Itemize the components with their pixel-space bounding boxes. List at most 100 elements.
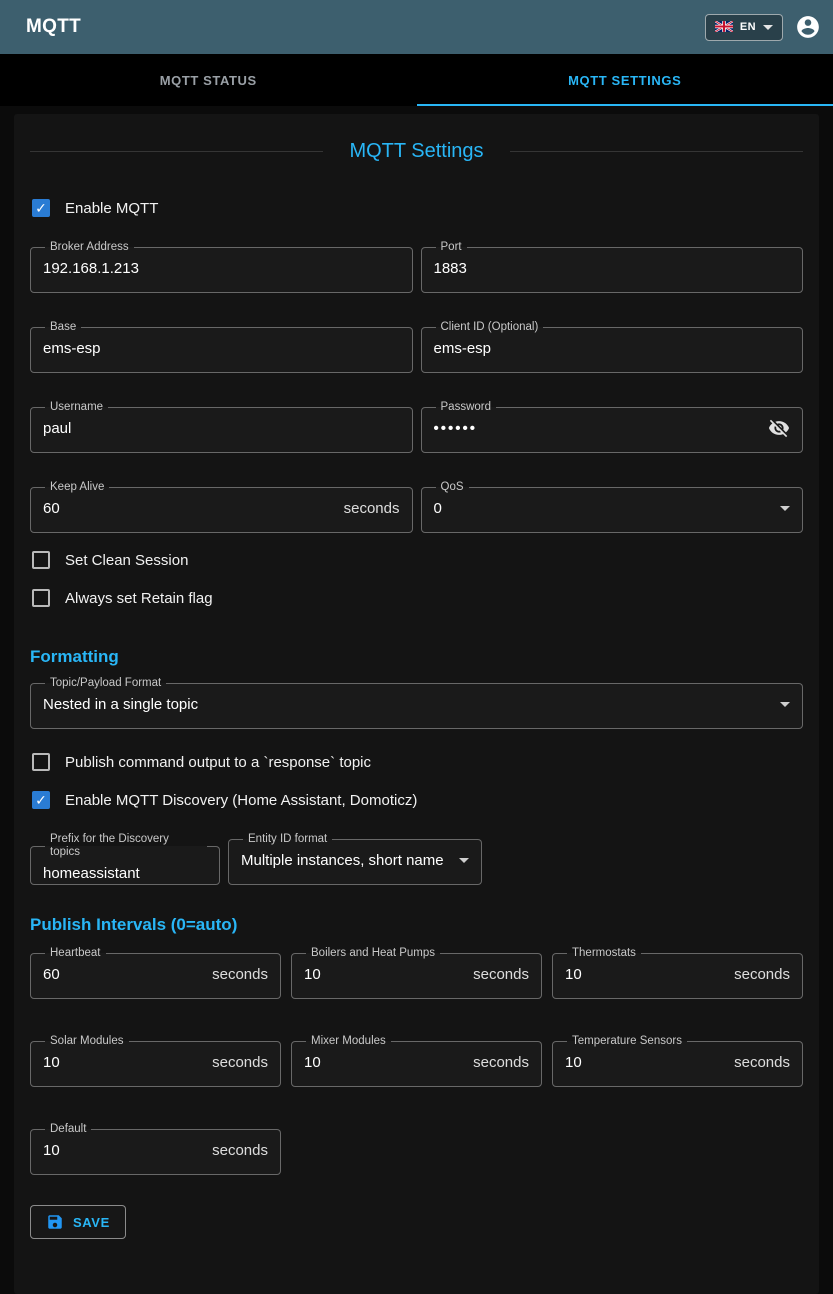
publish-intervals-heading: Publish Intervals (0=auto): [30, 915, 803, 935]
heartbeat-field[interactable]: Heartbeat seconds: [30, 947, 281, 999]
username-input[interactable]: [43, 420, 400, 437]
keep-alive-suffix: seconds: [344, 500, 400, 517]
broker-address-label: Broker Address: [45, 241, 134, 254]
boilers-input[interactable]: [304, 966, 465, 983]
topic-payload-format-value: Nested in a single topic: [43, 696, 772, 713]
boilers-suffix: seconds: [473, 966, 529, 983]
divider-line: [510, 151, 803, 152]
page-title-divider: MQTT Settings: [30, 140, 803, 163]
clean-session-row[interactable]: Set Clean Session: [30, 541, 803, 579]
password-input[interactable]: [434, 420, 761, 437]
publish-response-label: Publish command output to a `response` t…: [65, 754, 371, 771]
uk-flag-icon: [715, 20, 733, 35]
mixer-modules-label: Mixer Modules: [306, 1035, 391, 1048]
mqtt-discovery-checkbox[interactable]: [32, 791, 50, 809]
solar-modules-label: Solar Modules: [45, 1035, 129, 1048]
keep-alive-field[interactable]: Keep Alive seconds: [30, 481, 413, 533]
port-field[interactable]: Port: [421, 241, 804, 293]
retain-flag-label: Always set Retain flag: [65, 590, 213, 607]
default-interval-label: Default: [45, 1123, 91, 1136]
port-input[interactable]: [434, 260, 791, 277]
solar-modules-suffix: seconds: [212, 1054, 268, 1071]
formatting-heading: Formatting: [30, 647, 803, 667]
divider-line: [30, 151, 323, 152]
mqtt-discovery-label: Enable MQTT Discovery (Home Assistant, D…: [65, 792, 417, 809]
discovery-prefix-field[interactable]: Prefix for the Discovery topics: [30, 833, 220, 885]
keep-alive-label: Keep Alive: [45, 481, 109, 494]
default-interval-suffix: seconds: [212, 1142, 268, 1159]
base-label: Base: [45, 321, 81, 334]
base-input[interactable]: [43, 340, 400, 357]
connection-fields-grid: Broker Address Port Base Client ID (Opti…: [30, 241, 803, 533]
client-id-field[interactable]: Client ID (Optional): [421, 321, 804, 373]
tab-bar: MQTT STATUS MQTT SETTINGS: [0, 54, 833, 106]
entity-id-format-select[interactable]: Entity ID format Multiple instances, sho…: [228, 833, 482, 885]
password-label: Password: [436, 401, 497, 414]
keep-alive-input[interactable]: [43, 500, 336, 517]
appbar-actions: EN: [705, 14, 821, 41]
app-title: MQTT: [26, 16, 81, 38]
chevron-down-icon: [763, 25, 773, 30]
solar-modules-input[interactable]: [43, 1054, 204, 1071]
broker-address-input[interactable]: [43, 260, 400, 277]
mixer-modules-suffix: seconds: [473, 1054, 529, 1071]
solar-modules-field[interactable]: Solar Modules seconds: [30, 1035, 281, 1087]
retain-flag-checkbox[interactable]: [32, 589, 50, 607]
retain-flag-row[interactable]: Always set Retain flag: [30, 579, 803, 617]
topic-payload-format-label: Topic/Payload Format: [45, 677, 166, 690]
topic-payload-format-select[interactable]: Topic/Payload Format Nested in a single …: [30, 677, 803, 729]
clean-session-checkbox[interactable]: [32, 551, 50, 569]
username-field[interactable]: Username: [30, 401, 413, 453]
dropdown-arrow-icon: [780, 506, 790, 511]
mixer-modules-input[interactable]: [304, 1054, 465, 1071]
dropdown-arrow-icon: [780, 702, 790, 707]
appbar: MQTT EN: [0, 0, 833, 54]
temperature-sensors-label: Temperature Sensors: [567, 1035, 687, 1048]
qos-value: 0: [434, 500, 773, 517]
save-button[interactable]: SAVE: [30, 1205, 126, 1239]
language-label: EN: [740, 21, 756, 33]
client-id-label: Client ID (Optional): [436, 321, 544, 334]
heartbeat-input[interactable]: [43, 966, 204, 983]
enable-mqtt-row[interactable]: Enable MQTT: [30, 189, 803, 227]
qos-select[interactable]: QoS 0: [421, 481, 804, 533]
port-label: Port: [436, 241, 467, 254]
temperature-sensors-input[interactable]: [565, 1054, 726, 1071]
mqtt-settings-panel: MQTT Settings Enable MQTT Broker Address…: [14, 114, 819, 1294]
heartbeat-suffix: seconds: [212, 966, 268, 983]
publish-response-row[interactable]: Publish command output to a `response` t…: [30, 743, 803, 781]
thermostats-label: Thermostats: [567, 947, 641, 960]
temperature-sensors-field[interactable]: Temperature Sensors seconds: [552, 1035, 803, 1087]
enable-mqtt-checkbox[interactable]: [32, 199, 50, 217]
qos-label: QoS: [436, 481, 469, 494]
default-interval-field[interactable]: Default seconds: [30, 1123, 281, 1175]
password-field[interactable]: Password: [421, 401, 804, 453]
clean-session-label: Set Clean Session: [65, 552, 188, 569]
publish-intervals-grid: Heartbeat seconds Boilers and Heat Pumps…: [30, 947, 803, 1175]
publish-response-checkbox[interactable]: [32, 753, 50, 771]
heartbeat-label: Heartbeat: [45, 947, 106, 960]
visibility-off-icon[interactable]: [768, 417, 790, 439]
thermostats-input[interactable]: [565, 966, 726, 983]
boilers-field[interactable]: Boilers and Heat Pumps seconds: [291, 947, 542, 999]
base-field[interactable]: Base: [30, 321, 413, 373]
discovery-prefix-input[interactable]: [43, 865, 207, 882]
tab-mqtt-settings[interactable]: MQTT SETTINGS: [417, 54, 833, 106]
save-label: SAVE: [73, 1215, 110, 1230]
save-icon: [46, 1213, 64, 1231]
account-circle-icon[interactable]: [795, 14, 821, 40]
default-interval-input[interactable]: [43, 1142, 204, 1159]
dropdown-arrow-icon: [459, 858, 469, 863]
language-selector-button[interactable]: EN: [705, 14, 783, 41]
boilers-label: Boilers and Heat Pumps: [306, 947, 440, 960]
mixer-modules-field[interactable]: Mixer Modules seconds: [291, 1035, 542, 1087]
discovery-prefix-label: Prefix for the Discovery topics: [45, 833, 207, 859]
broker-address-field[interactable]: Broker Address: [30, 241, 413, 293]
mqtt-discovery-row[interactable]: Enable MQTT Discovery (Home Assistant, D…: [30, 781, 803, 819]
entity-id-format-label: Entity ID format: [243, 833, 332, 846]
page-title: MQTT Settings: [349, 140, 483, 163]
client-id-input[interactable]: [434, 340, 791, 357]
discovery-fields-row: Prefix for the Discovery topics Entity I…: [30, 833, 803, 885]
thermostats-field[interactable]: Thermostats seconds: [552, 947, 803, 999]
tab-mqtt-status[interactable]: MQTT STATUS: [0, 54, 417, 106]
